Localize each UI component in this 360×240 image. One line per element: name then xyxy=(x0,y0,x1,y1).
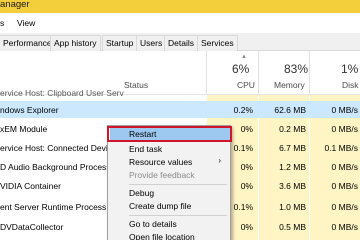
process-name: ervice Host: Clipboard User Serv xyxy=(0,88,124,98)
menu-item-options[interactable]: s xyxy=(0,18,4,28)
tab-strip: Performance App history Startup Users De… xyxy=(0,33,360,51)
resource-values-label: Resource values xyxy=(129,157,193,167)
chevron-right-icon: › xyxy=(218,156,221,165)
tab-app-history[interactable]: App history xyxy=(50,35,101,51)
process-cpu: 0% xyxy=(240,162,253,172)
menu-bar: s View xyxy=(0,13,360,33)
process-name: D Audio Background Process xyxy=(0,162,111,172)
process-cpu: 0.1% xyxy=(233,202,253,212)
process-name: ent Server Runtime Process xyxy=(0,202,107,212)
menu-item-view[interactable]: View xyxy=(17,18,35,28)
process-disk: 0 MB/s xyxy=(331,222,358,232)
process-memory: 1.0 MB xyxy=(279,202,306,212)
tab-performance[interactable]: Performance xyxy=(0,35,56,51)
process-disk: 0 MB/s xyxy=(331,124,358,134)
tab-services[interactable]: Services xyxy=(197,35,238,51)
window-title: anager xyxy=(0,0,30,10)
open-file-location-menu-item[interactable]: Open file location xyxy=(108,231,230,240)
process-memory: 62.6 MB xyxy=(274,105,306,115)
process-name: ndows Explorer xyxy=(0,105,59,115)
process-name: xEM Module xyxy=(0,124,48,134)
menu-separator xyxy=(129,215,227,216)
process-cpu: 0.1% xyxy=(233,143,253,153)
process-name: DVDataCollector xyxy=(0,222,64,232)
disk-percent: 1% xyxy=(341,62,359,76)
process-name: VIDIA Container xyxy=(0,181,61,191)
process-disk: 0 MB/s xyxy=(331,162,358,172)
process-cpu: 0% xyxy=(240,124,253,134)
debug-menu-item[interactable]: Debug xyxy=(108,187,230,200)
process-cpu: 0% xyxy=(240,222,253,232)
sort-caret-icon: ▲ xyxy=(241,54,247,60)
process-cpu: 0% xyxy=(240,181,253,191)
process-cpu: 0.2% xyxy=(233,105,253,115)
cpu-percent: 6% xyxy=(232,62,250,76)
create-dump-file-menu-item[interactable]: Create dump file xyxy=(108,200,230,213)
process-disk: 0 MB/s xyxy=(331,202,358,212)
provide-feedback-menu-item[interactable]: Provide feedback xyxy=(108,169,230,182)
process-memory: 1.2 MB xyxy=(279,162,306,172)
end-task-menu-item[interactable]: End task xyxy=(108,143,230,156)
process-memory: 3.6 MB xyxy=(279,181,306,191)
process-disk: 0.1 MB/s xyxy=(324,143,358,153)
memory-percent: 83% xyxy=(284,62,309,76)
highlight-annotation-box xyxy=(107,126,232,142)
tab-users[interactable]: Users xyxy=(136,35,167,51)
process-memory: 0.2 MB xyxy=(279,124,306,134)
table-row-selected[interactable]: ndows Explorer 0.2% 62.6 MB 0 MB/s xyxy=(0,101,360,118)
context-menu: Restart End task Resource values › Provi… xyxy=(107,125,231,240)
tab-startup[interactable]: Startup xyxy=(102,35,138,51)
process-memory: 6.7 MB xyxy=(279,143,306,153)
table-row[interactable]: ervice Host: Clipboard User Serv xyxy=(0,84,360,101)
process-disk: 0 MB/s xyxy=(331,105,358,115)
resource-values-menu-item[interactable]: Resource values › xyxy=(108,156,230,169)
go-to-details-menu-item[interactable]: Go to details xyxy=(108,218,230,231)
title-bar: anager xyxy=(0,0,360,13)
menu-separator xyxy=(129,184,227,185)
tab-details[interactable]: Details xyxy=(164,35,198,51)
process-name: ervice Host: Connected Device xyxy=(0,143,117,153)
process-memory: 0.5 MB xyxy=(279,222,306,232)
process-disk: 0 MB/s xyxy=(331,181,358,191)
